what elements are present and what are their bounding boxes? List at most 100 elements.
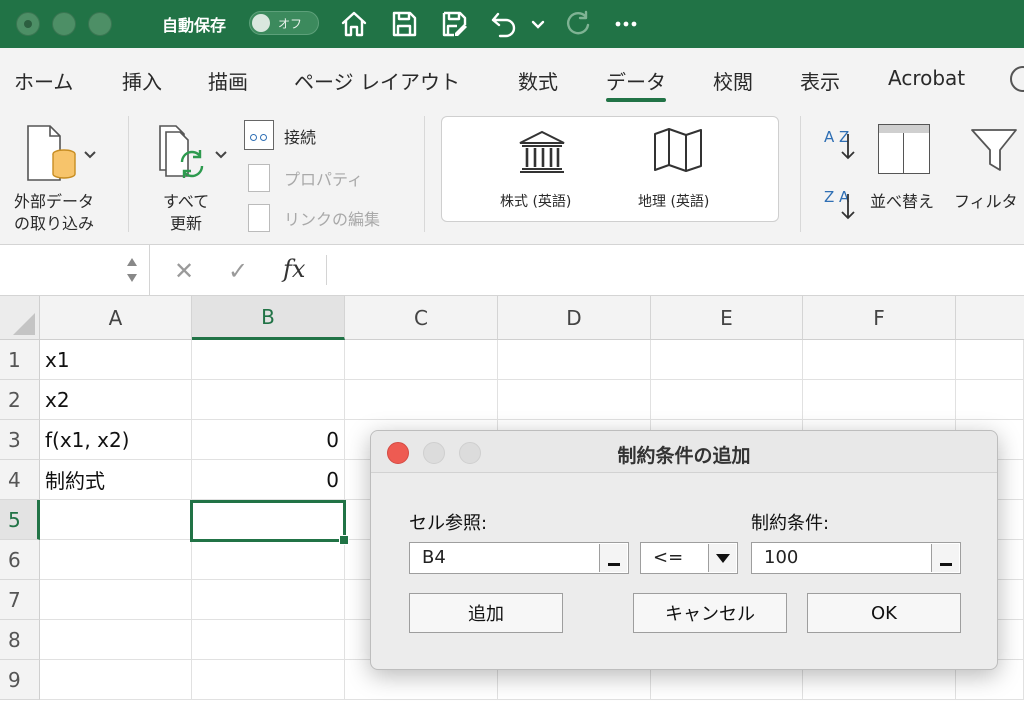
cell-e1[interactable] [651, 340, 803, 380]
stocks-icon[interactable] [516, 129, 568, 173]
cell-b7[interactable] [192, 580, 345, 620]
cell-a3[interactable]: f(x1, x2) [40, 420, 192, 460]
sort-descending-icon[interactable]: Z A [822, 188, 858, 224]
save-icon[interactable] [388, 8, 420, 40]
geography-button[interactable]: 地理 (英語) [638, 191, 709, 211]
column-header-g[interactable] [956, 296, 1024, 340]
undo-icon[interactable] [488, 8, 520, 40]
formula-bar: ✕ ✓ fx [0, 244, 1024, 296]
column-header-e[interactable]: E [651, 296, 803, 340]
lightbulb-icon[interactable] [1010, 66, 1024, 92]
dialog-title-bar: 制約条件の追加 [371, 431, 997, 473]
sort-button[interactable]: 並べ替え [870, 188, 934, 212]
cell-a8[interactable] [40, 620, 192, 660]
tab-data[interactable]: データ [606, 66, 666, 102]
cell-b2[interactable] [192, 380, 345, 420]
cell-a4[interactable]: 制約式 [40, 460, 192, 500]
sort-dialog-icon[interactable] [878, 124, 930, 174]
row-header-3[interactable]: 3 [0, 420, 40, 460]
filter-button[interactable]: フィルタ [954, 188, 1018, 212]
cell-c2[interactable] [345, 380, 498, 420]
add-constraint-dialog: 制約条件の追加 セル参照: 制約条件: B4 <= 100 追加 キャンセル O… [370, 430, 998, 670]
save-edit-icon[interactable] [438, 8, 470, 40]
column-header-b[interactable]: B [192, 296, 345, 340]
cell-a1[interactable]: x1 [40, 340, 192, 380]
cell-b1[interactable] [192, 340, 345, 380]
cell-g1[interactable] [956, 340, 1024, 380]
cell-reference-input[interactable]: B4 [409, 542, 629, 574]
insert-function-icon[interactable]: fx [283, 255, 305, 283]
name-box-stepper-icon [127, 258, 137, 282]
geography-icon[interactable] [652, 127, 704, 173]
tab-review[interactable]: 校閲 [713, 66, 753, 95]
cell-b4[interactable]: 0 [192, 460, 345, 500]
stocks-button[interactable]: 株式 (英語) [500, 191, 571, 211]
cell-c1[interactable] [345, 340, 498, 380]
cancel-button[interactable]: キャンセル [633, 593, 787, 633]
cell-a5[interactable] [40, 500, 192, 540]
dropdown-arrow-icon[interactable] [708, 544, 736, 572]
tab-insert[interactable]: 挿入 [122, 66, 162, 95]
collapse-dialog-button[interactable] [599, 544, 627, 572]
more-icon[interactable] [610, 8, 642, 40]
row-header-2[interactable]: 2 [0, 380, 40, 420]
cell-a2[interactable]: x2 [40, 380, 192, 420]
cell-b3[interactable]: 0 [192, 420, 345, 460]
sort-ascending-icon[interactable]: A Z [822, 128, 858, 164]
tab-view[interactable]: 表示 [800, 66, 840, 95]
cell-a6[interactable] [40, 540, 192, 580]
column-header-d[interactable]: D [498, 296, 651, 340]
cancel-formula-icon[interactable]: ✕ [174, 257, 194, 285]
cell-b9[interactable] [192, 660, 345, 700]
row-header-4[interactable]: 4 [0, 460, 40, 500]
cell-e2[interactable] [651, 380, 803, 420]
window-close-button[interactable] [16, 12, 40, 36]
constraint-input[interactable]: 100 [751, 542, 961, 574]
cell-f1[interactable] [803, 340, 956, 380]
chevron-down-icon[interactable] [526, 8, 550, 40]
row-header-1[interactable]: 1 [0, 340, 40, 380]
window-zoom-button[interactable] [88, 12, 112, 36]
row-header-9[interactable]: 9 [0, 660, 40, 700]
cell-d1[interactable] [498, 340, 651, 380]
row-header-6[interactable]: 6 [0, 540, 40, 580]
window-minimize-button[interactable] [52, 12, 76, 36]
active-cell-selection[interactable] [190, 500, 349, 545]
row-header-5[interactable]: 5 [0, 500, 40, 540]
operator-value: <= [653, 547, 684, 568]
tab-home[interactable]: ホーム [14, 66, 73, 95]
row-header-8[interactable]: 8 [0, 620, 40, 660]
tab-draw[interactable]: 描画 [208, 66, 248, 95]
name-box[interactable] [0, 245, 150, 295]
cell-b6[interactable] [192, 540, 345, 580]
enter-formula-icon[interactable]: ✓ [228, 257, 248, 285]
get-data-button[interactable] [24, 122, 104, 186]
autosave-toggle[interactable]: オフ [249, 11, 319, 35]
collapse-dialog-button[interactable] [931, 544, 959, 572]
constraint-label: 制約条件: [751, 513, 830, 534]
tab-acrobat[interactable]: Acrobat [888, 66, 965, 90]
refresh-all-button[interactable] [156, 122, 232, 186]
cell-b8[interactable] [192, 620, 345, 660]
add-button[interactable]: 追加 [409, 593, 563, 633]
ok-button[interactable]: OK [807, 593, 961, 633]
home-icon[interactable] [338, 8, 370, 40]
cell-d2[interactable] [498, 380, 651, 420]
tab-page-layout[interactable]: ページ レイアウト [294, 66, 460, 95]
column-header-c[interactable]: C [345, 296, 498, 340]
tab-formulas[interactable]: 数式 [518, 66, 558, 95]
cell-f2[interactable] [803, 380, 956, 420]
connections-button[interactable]: 接続 [284, 124, 316, 148]
select-all-button[interactable] [0, 296, 40, 340]
filter-icon[interactable] [970, 126, 1020, 174]
cell-a9[interactable] [40, 660, 192, 700]
cell-g2[interactable] [956, 380, 1024, 420]
column-header-a[interactable]: A [40, 296, 192, 340]
cell-a7[interactable] [40, 580, 192, 620]
formula-input[interactable] [330, 245, 1024, 295]
data-types-group: 株式 (英語) 地理 (英語) [441, 116, 779, 222]
column-header-f[interactable]: F [803, 296, 956, 340]
operator-select[interactable]: <= [640, 542, 738, 574]
row-header-7[interactable]: 7 [0, 580, 40, 620]
get-data-label-1: 外部データ [14, 192, 95, 211]
